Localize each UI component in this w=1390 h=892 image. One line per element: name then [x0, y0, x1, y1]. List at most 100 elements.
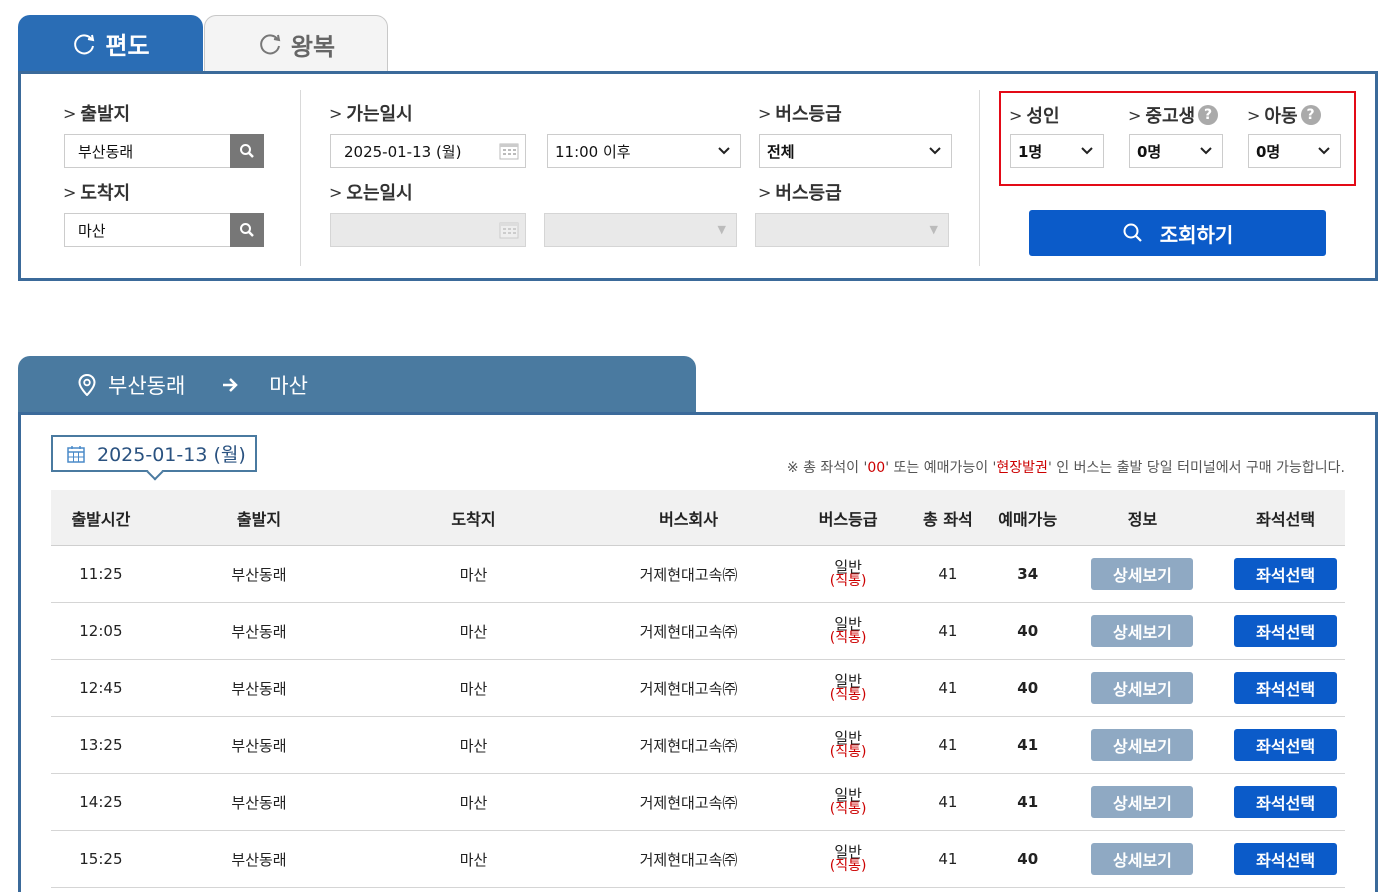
triangle-down-icon: ▼ — [929, 223, 938, 236]
return-time-select[interactable]: ▼ — [544, 213, 737, 247]
header-departure: 출발지 — [236, 509, 282, 529]
arrival-terminal: 마산 — [459, 850, 488, 869]
bus-grade: 일반 (직통) — [797, 615, 899, 646]
header-bus-grade: 버스등급 — [818, 509, 878, 529]
tab-one-way[interactable]: 편도 — [18, 15, 203, 72]
seat-select-button[interactable]: 좌석선택 — [1234, 729, 1338, 761]
bus-grade-name: 일반 — [834, 729, 862, 747]
arrival-search-button[interactable] — [230, 213, 264, 247]
bus-grade-select[interactable]: 전체 — [759, 134, 952, 168]
header-bus-company: 버스회사 — [659, 509, 718, 529]
departure-input[interactable]: 부산동래 — [64, 134, 231, 168]
total-seats: 41 — [938, 793, 958, 811]
seat-select-button[interactable]: 좌석선택 — [1234, 672, 1338, 704]
notice-highlight: 현장발권 — [996, 460, 1048, 476]
tab-round-trip-label: 왕복 — [290, 32, 336, 61]
table-row: 12:05 부산동래 마산 거제현대고속㈜ 일반 (직통) 41 40 상세보기 좌석선택 — [51, 603, 1345, 660]
table-row: 13:25 부산동래 마산 거제현대고속㈜ 일반 (직통) 41 41 상세보기 좌석선택 — [51, 717, 1345, 774]
query-button[interactable]: 조회하기 — [1029, 210, 1326, 256]
adult-count-select[interactable]: 1명 — [1010, 134, 1104, 168]
select-cell: 좌석선택 — [1226, 729, 1345, 761]
refresh-icon — [74, 33, 95, 54]
header-seat-select: 좌석선택 — [1256, 509, 1316, 529]
bus-grade-note: (직통) — [829, 630, 867, 646]
return-date-input[interactable] — [330, 213, 526, 247]
seat-select-button[interactable]: 좌석선택 — [1234, 843, 1338, 875]
available-seats: 40 — [1017, 622, 1039, 640]
departure-search-button[interactable] — [230, 134, 264, 168]
arrival-terminal: 마산 — [459, 679, 488, 698]
arrival-terminal: 마산 — [459, 736, 488, 755]
seat-select-button[interactable]: 좌석선택 — [1234, 615, 1338, 647]
table-header: 출발시간 출발지 도착지 버스회사 버스등급 총 좌석 예매가능 정보 좌석선택 — [51, 490, 1345, 546]
header-arrival: 도착지 — [451, 509, 496, 529]
total-seats: 41 — [938, 565, 958, 583]
bus-grade: 일반 (직통) — [797, 674, 899, 703]
tab-round-trip[interactable]: 왕복 — [204, 15, 388, 72]
triangle-down-icon: ▼ — [717, 223, 726, 236]
bus-grade-name: 일반 — [834, 558, 862, 576]
route-header: 부산동래 마산 — [18, 356, 696, 414]
arrival-label: > 도착지 — [63, 182, 131, 205]
select-cell: 좌석선택 — [1226, 672, 1345, 704]
adult-label: > 성인 — [1009, 105, 1060, 128]
help-icon[interactable]: ? — [1198, 105, 1219, 125]
bus-grade-note: (직통) — [829, 858, 867, 874]
go-date-value: 2025-01-13 (월) — [344, 142, 462, 161]
go-date-label: > 가는일시 — [329, 103, 413, 126]
student-count-select[interactable]: 0명 — [1129, 134, 1223, 168]
search-icon — [240, 223, 254, 237]
select-cell: 좌석선택 — [1226, 786, 1345, 818]
arrival-input[interactable]: 마산 — [64, 213, 231, 247]
calendar-icon[interactable] — [499, 142, 519, 160]
purchase-notice: ※ 총 좌석이 '00' 또는 예매가능이 '현장발권' 인 버스는 출발 당일… — [787, 457, 1345, 477]
departure-time: 12:45 — [79, 679, 123, 697]
bus-grade: 일반 (직통) — [797, 729, 899, 760]
bus-grade-note: (직통) — [829, 687, 867, 703]
chevron-down-icon — [1318, 147, 1330, 155]
chevron-down-icon — [718, 147, 730, 155]
total-seats: 41 — [938, 850, 958, 868]
select-cell: 좌석선택 — [1226, 558, 1345, 590]
help-icon[interactable]: ? — [1300, 105, 1321, 125]
bus-grade: 일반 (직통) — [797, 788, 899, 817]
total-seats: 41 — [938, 622, 958, 640]
table-body: 11:25 부산동래 마산 거제현대고속㈜ 일반 (직통) 41 34 상세보기 좌석선택 12:0… — [51, 546, 1345, 888]
return-bus-grade-select[interactable]: ▼ — [755, 213, 949, 247]
route-from: 부산동래 — [108, 374, 186, 398]
bus-company: 거제현대고속㈜ — [639, 622, 738, 641]
calendar-icon — [67, 445, 85, 463]
bus-company: 거제현대고속㈜ — [639, 736, 738, 755]
bus-grade-note: (직통) — [829, 801, 867, 817]
departure-terminal: 부산동래 — [231, 622, 287, 641]
seat-select-button[interactable]: 좌석선택 — [1234, 786, 1338, 818]
total-seats: 41 — [938, 736, 958, 754]
departure-terminal: 부산동래 — [231, 679, 287, 698]
detail-button[interactable]: 상세보기 — [1091, 558, 1194, 590]
seat-select-button[interactable]: 좌석선택 — [1234, 558, 1338, 590]
go-time-select[interactable]: 11:00 이후 — [547, 134, 741, 168]
detail-button[interactable]: 상세보기 — [1091, 672, 1194, 704]
go-date-input[interactable]: 2025-01-13 (월) — [330, 134, 526, 168]
detail-button[interactable]: 상세보기 — [1091, 615, 1194, 647]
detail-button[interactable]: 상세보기 — [1091, 729, 1194, 761]
total-seats: 41 — [938, 679, 958, 697]
bus-grade-note: (직통) — [829, 573, 867, 589]
header-total-seats: 총 좌석 — [923, 509, 973, 529]
bus-grade-name: 일반 — [834, 615, 862, 633]
bus-grade-label: > 버스등급 — [758, 103, 842, 126]
results-panel: 2025-01-13 (월) ※ 총 좌석이 '00' 또는 예매가능이 '현장… — [18, 412, 1378, 892]
route-to: 마산 — [269, 374, 308, 398]
return-bus-grade-label: > 버스등급 — [758, 182, 842, 205]
detail-button[interactable]: 상세보기 — [1091, 786, 1194, 818]
info-cell: 상세보기 — [1059, 843, 1227, 875]
detail-button[interactable]: 상세보기 — [1091, 843, 1194, 875]
return-date-label: > 오는일시 — [329, 182, 413, 205]
bus-company: 거제현대고속㈜ — [639, 565, 738, 584]
results-date-value: 2025-01-13 (월) — [97, 444, 246, 466]
child-count-select[interactable]: 0명 — [1248, 134, 1341, 168]
adult-count-value: 1명 — [1018, 142, 1043, 161]
arrow-right-icon — [223, 378, 239, 392]
tab-one-way-label: 편도 — [105, 32, 150, 60]
bus-grade-note: (직통) — [829, 744, 867, 760]
